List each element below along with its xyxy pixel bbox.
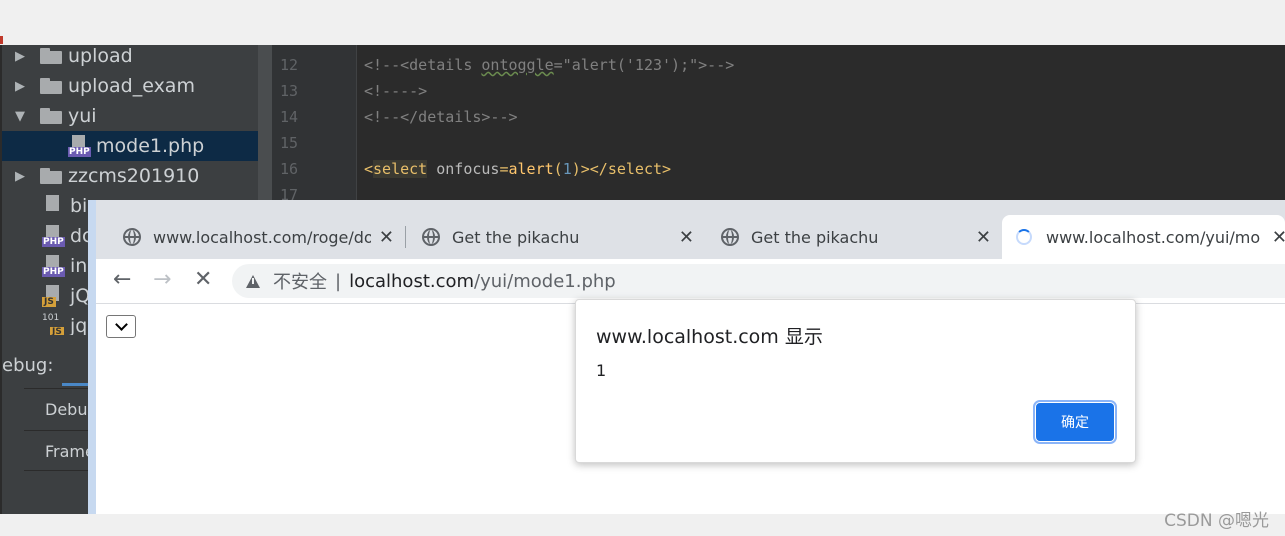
tree-item-label: yui	[68, 105, 97, 127]
debug-active-underline	[62, 383, 90, 386]
url-separator: |	[335, 270, 342, 292]
expand-arrow-icon[interactable]: ▶	[12, 169, 28, 184]
close-tab-icon[interactable]: ✕	[679, 227, 694, 248]
debug-panel-label: ebug:	[2, 355, 54, 376]
folder-icon	[40, 48, 62, 64]
watermark: CSDN @嗯光	[1164, 511, 1269, 531]
browser-tab[interactable]: www.localhost.com/roge/dom ✕	[107, 215, 404, 259]
tree-item-label: upload	[68, 45, 133, 67]
ok-button[interactable]: 确定	[1033, 400, 1117, 444]
tree-item-upload-exam[interactable]: ▶ upload_exam	[2, 71, 272, 101]
code-line-14: <!--</details>-->	[364, 108, 518, 126]
tree-item-label: bi	[70, 195, 88, 217]
security-status[interactable]: 不安全	[273, 268, 327, 294]
browser-tab[interactable]: Get the pikachu ✕	[406, 215, 704, 259]
page-select-dropdown[interactable]	[106, 315, 136, 338]
tab-title: Get the pikachu	[751, 227, 879, 247]
dialog-title: www.localhost.com 显示	[596, 326, 823, 348]
line-number: 12	[280, 56, 299, 74]
folder-icon	[40, 168, 62, 184]
divider	[24, 388, 94, 389]
php-file-icon: PHP	[68, 135, 91, 157]
url-host: localhost.com	[349, 270, 475, 292]
close-tab-icon[interactable]: ✕	[1272, 227, 1285, 248]
divider	[24, 430, 94, 431]
loading-spinner-icon	[1016, 229, 1032, 245]
warning-icon[interactable]	[246, 274, 260, 288]
browser-tab-active[interactable]: www.localhost.com/yui/mode1 ✕	[1002, 215, 1285, 259]
forward-button[interactable]: →	[153, 268, 171, 292]
url-path: /yui/mode1.php	[474, 270, 616, 292]
globe-icon	[422, 228, 440, 246]
stop-loading-button[interactable]: ✕	[194, 268, 212, 292]
divider	[24, 470, 94, 471]
code-line-16: <select onfocus=alert(1)></select>	[364, 160, 672, 178]
js-binary-file-icon: 101 JS	[42, 313, 64, 337]
tab-title: www.localhost.com/roge/dom	[153, 227, 371, 247]
text-file-icon	[42, 195, 64, 217]
tree-item-label: upload_exam	[68, 75, 195, 97]
tree-item-yui[interactable]: ▼ yui	[2, 101, 272, 131]
debug-tab-debugger[interactable]: Debu	[45, 400, 87, 419]
close-tab-icon[interactable]: ✕	[976, 227, 991, 248]
chevron-down-icon	[114, 318, 128, 331]
bottom-strip	[0, 514, 1285, 536]
line-number: 15	[280, 134, 299, 152]
ide-left-edge	[0, 45, 2, 515]
browser-window-edge	[88, 200, 96, 514]
close-tab-icon[interactable]: ✕	[379, 227, 394, 248]
tree-item-upload[interactable]: ▶ upload	[2, 41, 272, 71]
php-file-icon: PHP	[42, 225, 65, 247]
dialog-message: 1	[596, 361, 607, 380]
collapse-arrow-icon[interactable]: ▼	[12, 109, 28, 124]
js-file-icon: JS	[42, 285, 64, 307]
line-number: 13	[280, 82, 299, 100]
php-file-icon: PHP	[42, 255, 65, 277]
globe-icon	[721, 228, 739, 246]
folder-icon	[40, 108, 62, 124]
expand-arrow-icon[interactable]: ▶	[12, 49, 28, 64]
folder-icon	[40, 78, 62, 94]
tab-title: www.localhost.com/yui/mode1	[1046, 227, 1260, 247]
back-button[interactable]: ←	[113, 268, 131, 292]
globe-icon	[123, 228, 141, 246]
code-line-13: <!---->	[364, 82, 428, 100]
ide-top-strip	[0, 0, 1285, 45]
tree-item-mode1-php[interactable]: PHP mode1.php	[2, 131, 272, 161]
address-bar[interactable]: 不安全 | localhost.com/yui/mode1.php	[232, 264, 1285, 298]
line-number: 14	[280, 108, 299, 126]
tab-title: Get the pikachu	[452, 227, 580, 247]
code-line-12: <!--<details ontoggle="alert('123');">--…	[364, 56, 735, 74]
line-number: 16	[280, 160, 299, 178]
tree-item-label: mode1.php	[96, 135, 205, 157]
browser-tab[interactable]: Get the pikachu ✕	[705, 215, 1001, 259]
tree-item-zzcms201910[interactable]: ▶ zzcms201910	[2, 161, 272, 191]
tree-item-label: zzcms201910	[68, 165, 200, 187]
expand-arrow-icon[interactable]: ▶	[12, 79, 28, 94]
alert-dialog: www.localhost.com 显示 1 确定	[575, 299, 1136, 463]
